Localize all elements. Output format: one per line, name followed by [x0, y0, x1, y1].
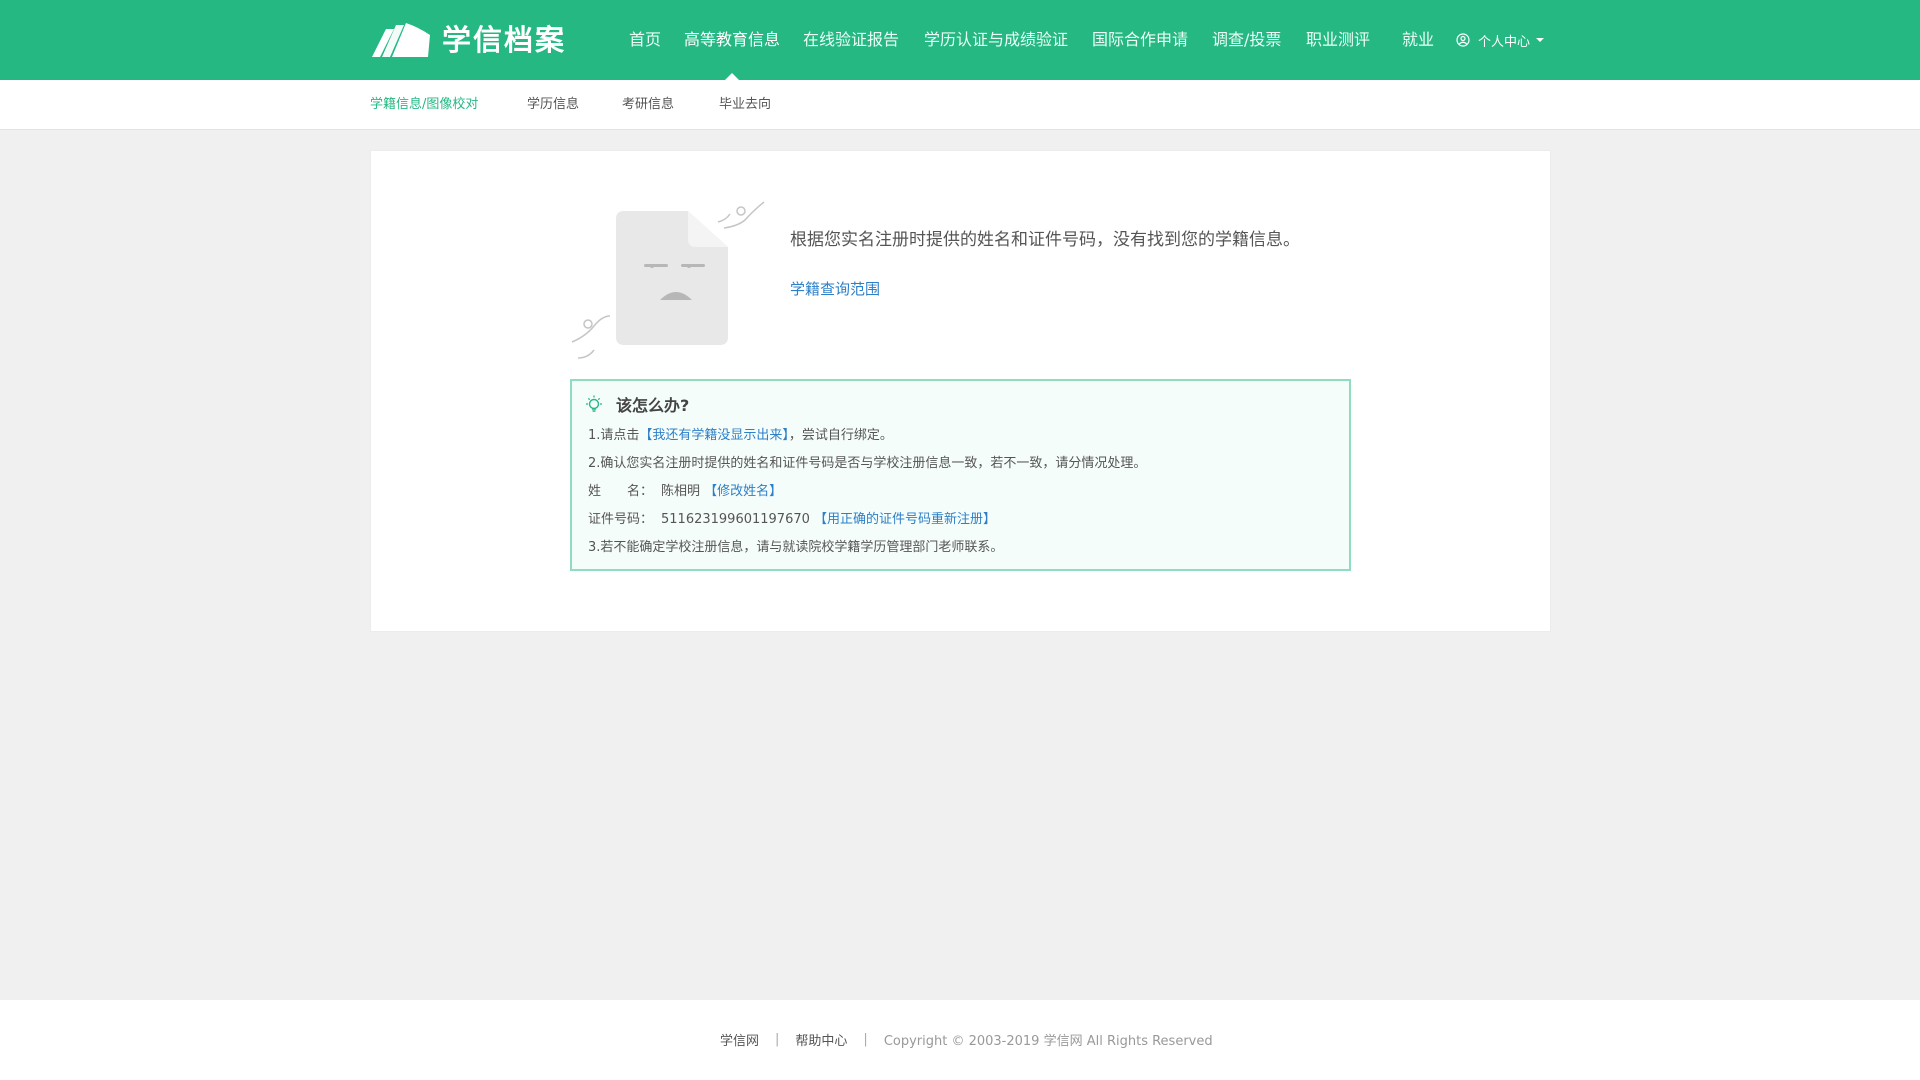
- subnav-postgrad-exam[interactable]: 考研信息: [622, 80, 674, 130]
- subnav-graduate-destination[interactable]: 毕业去向: [719, 80, 771, 130]
- not-found-message: 根据您实名注册时提供的姓名和证件号码，没有找到您的学籍信息。: [790, 230, 1300, 250]
- tip-line-1-suffix: ，尝试自行绑定。: [788, 428, 893, 443]
- footer-help-link[interactable]: 帮助中心: [795, 1030, 847, 1049]
- tips-header: 该怎么办?: [584, 393, 689, 415]
- query-scope-link[interactable]: 学籍查询范围: [790, 278, 880, 299]
- id-number-value: 511623199601197670: [661, 512, 810, 527]
- name-row: 姓 名： 陈相明 【修改姓名】: [588, 480, 782, 499]
- nav-international-cooperation[interactable]: 国际合作申请: [1092, 0, 1188, 80]
- caret-down-icon: [1536, 38, 1545, 42]
- nav-degree-certification[interactable]: 学历认证与成绩验证: [924, 0, 1068, 80]
- nav-survey-vote[interactable]: 调查/投票: [1212, 0, 1281, 80]
- footer-separator: |: [775, 1032, 780, 1047]
- bind-missing-record-link[interactable]: 【我还有学籍没显示出来】: [639, 428, 789, 443]
- nav-employment[interactable]: 就业: [1402, 0, 1434, 80]
- subnav-student-status[interactable]: 学籍信息/图像校对: [370, 80, 478, 130]
- nav-online-verification[interactable]: 在线验证报告: [803, 0, 899, 80]
- tips-title: 该怎么办?: [616, 396, 690, 415]
- tip-line-1: 1.请点击【我还有学籍没显示出来】，尝试自行绑定。: [588, 424, 893, 443]
- tip-line-3: 3.若不能确定学校注册信息，请与就读院校学籍学历管理部门老师联系。: [588, 540, 1004, 555]
- top-header: 学信档案 首页 高等教育信息 在线验证报告 学历认证与成绩验证 国际合作申请 调…: [0, 0, 1920, 80]
- tip-line-1-prefix: 1.请点击: [588, 428, 640, 443]
- footer-links: 学信网 | 帮助中心 | Copyright © 2003-2019 学信网 A…: [720, 1030, 1213, 1049]
- user-circle-icon: [1456, 33, 1470, 47]
- nav-career-assessment[interactable]: 职业测评: [1306, 0, 1370, 80]
- footer-copyright: Copyright © 2003-2019 学信网 All Rights Res…: [883, 1034, 1213, 1049]
- re-register-link[interactable]: 【用正确的证件号码重新注册】: [814, 512, 996, 527]
- sub-nav: 学籍信息/图像校对 学历信息 考研信息 毕业去向: [0, 80, 1920, 130]
- lightbulb-icon: [586, 395, 602, 412]
- id-number-label: 证件号码：: [588, 512, 654, 527]
- nav-higher-education[interactable]: 高等教育信息: [684, 0, 780, 80]
- footer-separator: |: [863, 1032, 868, 1047]
- user-center-label: 个人中心: [1478, 34, 1531, 50]
- user-center-menu[interactable]: 个人中心: [1456, 0, 1545, 80]
- tip-line-2: 2.确认您实名注册时提供的姓名和证件号码是否与学校注册信息一致，若不一致，请分情…: [588, 456, 1147, 471]
- site-logo[interactable]: 学信档案: [370, 18, 566, 62]
- name-label: 姓 名：: [588, 484, 654, 499]
- what-to-do-box: 该怎么办? 1.请点击【我还有学籍没显示出来】，尝试自行绑定。 2.确认您实名注…: [570, 379, 1351, 571]
- id-row: 证件号码： 511623199601197670 【用正确的证件号码重新注册】: [588, 508, 996, 527]
- nav-home[interactable]: 首页: [629, 0, 661, 80]
- name-value: 陈相明: [661, 484, 701, 499]
- nav-higher-education-label: 高等教育信息: [684, 30, 781, 49]
- subnav-degree-info[interactable]: 学历信息: [527, 80, 579, 130]
- page-footer: 学信网 | 帮助中心 | Copyright © 2003-2019 学信网 A…: [0, 1000, 1920, 1080]
- active-nav-indicator: [725, 73, 739, 80]
- edit-name-link[interactable]: 【修改姓名】: [704, 484, 782, 499]
- footer-chsi-link[interactable]: 学信网: [720, 1030, 759, 1049]
- sad-document-illustration: [571, 201, 765, 359]
- logo-icon: [372, 23, 430, 57]
- logo-text: 学信档案: [442, 23, 567, 57]
